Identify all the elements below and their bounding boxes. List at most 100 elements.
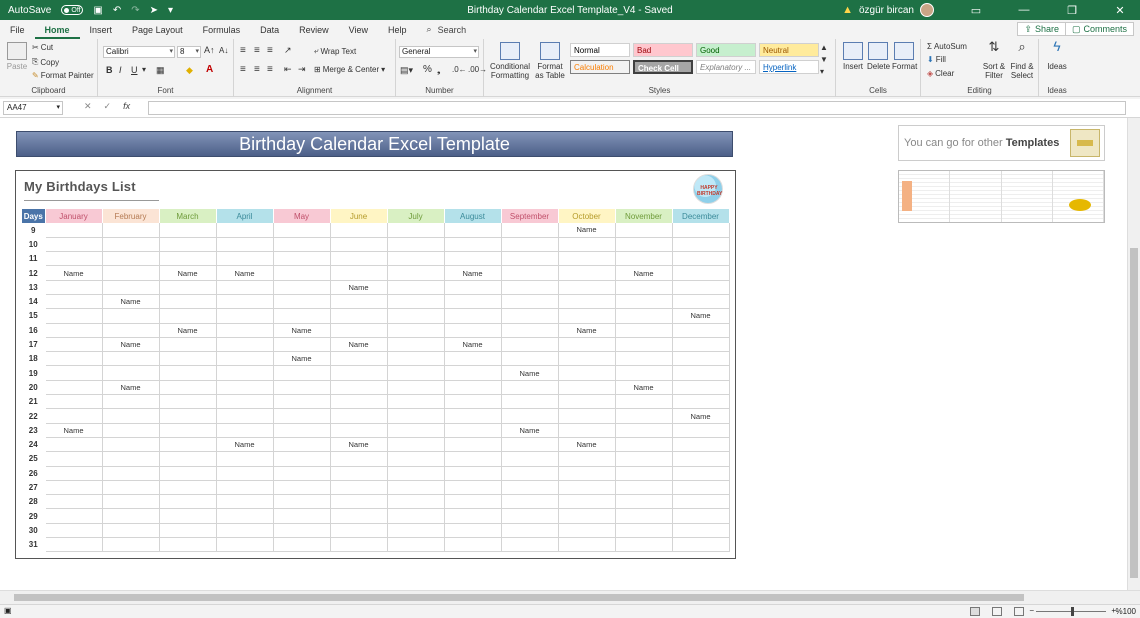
birthday-cell[interactable] [443,237,502,253]
birthday-cell[interactable] [671,494,730,510]
birthday-cell[interactable] [329,237,388,253]
birthday-cell[interactable] [158,537,217,553]
birthday-cell[interactable] [443,451,502,467]
birthday-cell[interactable] [101,351,160,367]
ribbon-display-icon[interactable]: ▭ [956,4,996,17]
birthday-cell[interactable]: Name [671,308,730,324]
birthday-cell[interactable] [614,337,673,353]
birthday-cell[interactable] [215,508,274,524]
birthday-cell[interactable] [614,394,673,410]
birthday-cell[interactable] [215,337,274,353]
birthday-cell[interactable] [158,380,217,396]
horizontal-scrollbar[interactable] [0,590,1140,604]
birthday-cell[interactable]: Name [215,265,274,281]
horizontal-scroll-thumb[interactable] [14,594,1024,601]
birthday-cell[interactable] [329,308,388,324]
birthday-cell[interactable] [614,480,673,496]
birthday-cell[interactable] [386,508,445,524]
page-break-view-icon[interactable] [1014,607,1024,616]
birthday-cell[interactable] [386,437,445,453]
ideas-button[interactable]: ϟ Ideas [1043,39,1071,71]
gallery-down-icon[interactable]: ▼ [820,55,828,64]
birthday-cell[interactable] [500,494,559,510]
birthday-cell[interactable] [101,280,160,295]
birthday-cell[interactable] [215,323,274,338]
birthday-cell[interactable]: Name [158,265,217,281]
birthday-cell[interactable] [44,337,103,353]
birthday-cell[interactable] [215,537,274,553]
birthday-cell[interactable] [44,466,103,481]
birthday-cell[interactable] [44,365,103,381]
birthday-cell[interactable] [215,308,274,324]
birthday-cell[interactable] [158,280,217,295]
user-account[interactable]: ▲ özgür bircan [842,3,934,17]
birthday-cell[interactable] [614,451,673,467]
cell-style-check-cell[interactable]: Check Cell [633,60,693,74]
birthday-cell[interactable] [671,423,730,438]
birthday-cell[interactable] [329,323,388,338]
birthday-cell[interactable] [671,466,730,481]
birthday-cell[interactable] [557,294,616,310]
birthday-cell[interactable] [215,394,274,410]
zoom-out-icon[interactable]: − [1029,606,1034,615]
worksheet[interactable]: Birthday Calendar Excel Template You can… [0,118,1127,590]
birthday-cell[interactable] [329,508,388,524]
birthday-cell[interactable] [443,466,502,481]
birthday-cell[interactable] [158,451,217,467]
birthday-cell[interactable] [329,523,388,539]
birthday-cell[interactable] [443,423,502,438]
birthday-cell[interactable] [443,308,502,324]
birthday-cell[interactable] [158,237,217,253]
birthday-cell[interactable] [158,223,217,238]
birthday-cell[interactable] [443,351,502,367]
birthday-cell[interactable] [44,408,103,424]
thumbnail-4[interactable] [1052,171,1104,222]
birthday-cell[interactable] [158,365,217,381]
birthday-cell[interactable] [557,451,616,467]
birthday-cell[interactable] [500,294,559,310]
birthday-cell[interactable] [614,423,673,438]
birthday-cell[interactable] [557,480,616,496]
birthday-cell[interactable] [101,480,160,496]
insert-function-icon[interactable]: fx [123,101,130,112]
birthday-cell[interactable] [329,466,388,481]
birthday-cell[interactable] [44,508,103,524]
birthday-cell[interactable] [44,351,103,367]
tab-file[interactable]: File [0,25,35,39]
birthday-cell[interactable] [443,408,502,424]
birthday-cell[interactable] [386,523,445,539]
birthday-cell[interactable]: Name [500,365,559,381]
delete-cells-button[interactable]: Delete [867,42,890,71]
birthday-cell[interactable] [671,365,730,381]
birthday-cell[interactable]: Name [329,337,388,353]
tab-formulas[interactable]: Formulas [193,25,251,39]
birthday-cell[interactable] [671,508,730,524]
birthday-cell[interactable]: Name [329,280,388,295]
birthday-cell[interactable] [44,308,103,324]
birthday-cell[interactable]: Name [101,380,160,396]
birthday-cell[interactable] [557,308,616,324]
zoom-slider-knob[interactable] [1071,607,1074,616]
birthday-cell[interactable] [557,280,616,295]
birthday-cell[interactable] [158,408,217,424]
birthday-cell[interactable] [158,494,217,510]
birthday-cell[interactable] [329,294,388,310]
formula-input[interactable] [148,101,1126,115]
align-center-icon[interactable]: ≡ [254,64,260,75]
birthday-cell[interactable] [500,308,559,324]
birthday-cell[interactable] [386,308,445,324]
birthday-cell[interactable] [215,423,274,438]
birthday-cell[interactable] [272,251,331,267]
birthday-cell[interactable]: Name [500,423,559,438]
birthday-cell[interactable] [44,380,103,396]
birthday-cell[interactable] [443,480,502,496]
birthday-cell[interactable] [500,523,559,539]
birthday-cell[interactable] [44,537,103,553]
birthday-cell[interactable] [158,508,217,524]
customize-qa-icon[interactable]: ▾ [168,5,173,16]
birthday-cell[interactable]: Name [329,437,388,453]
birthday-cell[interactable] [101,308,160,324]
thumbnail-1[interactable] [899,171,951,222]
birthday-cell[interactable] [101,466,160,481]
align-bottom-icon[interactable]: ≡ [267,45,273,56]
